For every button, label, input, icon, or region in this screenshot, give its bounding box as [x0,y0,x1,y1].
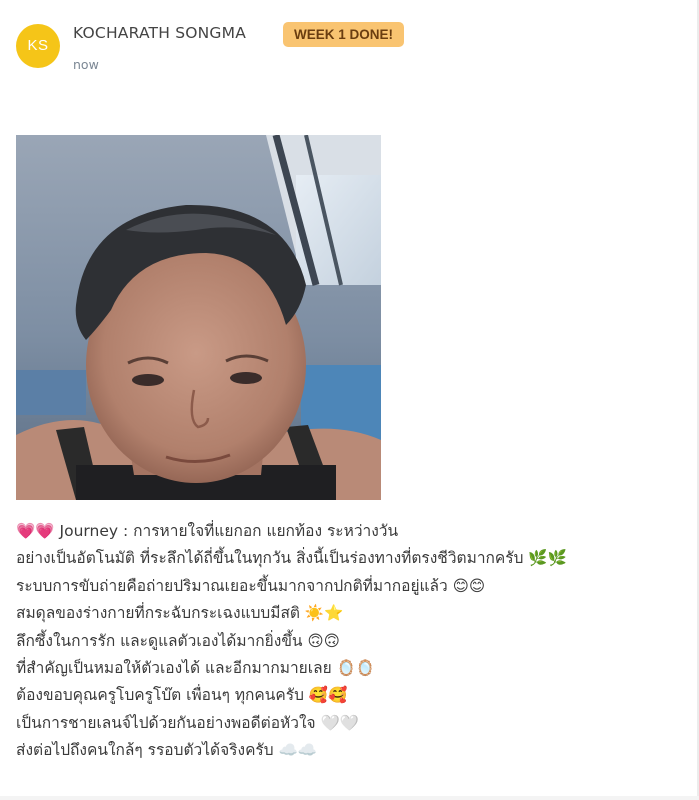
author-name[interactable]: KOCHARATH SONGMA [73,24,246,42]
post-body-line: ลึกซึ้งในการรัก และดูแลตัวเองได้มากยิ่งข… [16,631,340,650]
post-card: KS KOCHARATH SONGMA WEEK 1 DONE! now 💗💗 … [0,0,699,800]
post-body-line: ส่งต่อไปถึงคนใกล้ๆ รรอบตัวได้จริงครับ ☁️… [16,741,318,760]
post-body-line: อย่างเป็นอัตโนมัติ ที่ระลึกได้ถี่ขึ้นในท… [16,549,567,568]
post-body-line: ที่สำคัญเป็นหมอให้ตัวเองได้ และอีกมากมาย… [16,659,376,678]
post-body-line: สมดุลของร่างกายที่กระฉับกระเฉงแบบมีสติ ☀… [16,604,344,623]
post-timestamp: now [73,57,99,72]
post-photo[interactable] [16,135,381,500]
author-avatar[interactable]: KS [16,24,60,68]
selfie-photo-icon [16,135,381,500]
status-badge: WEEK 1 DONE! [283,22,405,47]
post-body-line: ต้องขอบคุณครูโบครูโบ๊ต เพื่อนๆ ทุกคนครับ… [16,686,348,705]
post-body-line: ระบบการขับถ่ายคือถ่ายปริมาณเยอะขึ้นมากจา… [16,576,485,595]
post-body-line: 💗💗 Journey : การหายใจที่แยกอก แยกท้อง ระ… [16,522,399,540]
post-body-line: เป็นการชายเลนจ์ไปด้วยกันอย่างพอดีต่อหัวใ… [16,713,360,732]
post-body: 💗💗 Journey : การหายใจที่แยกอก แยกท้อง ระ… [16,518,688,765]
card-bottom-divider [0,796,699,800]
